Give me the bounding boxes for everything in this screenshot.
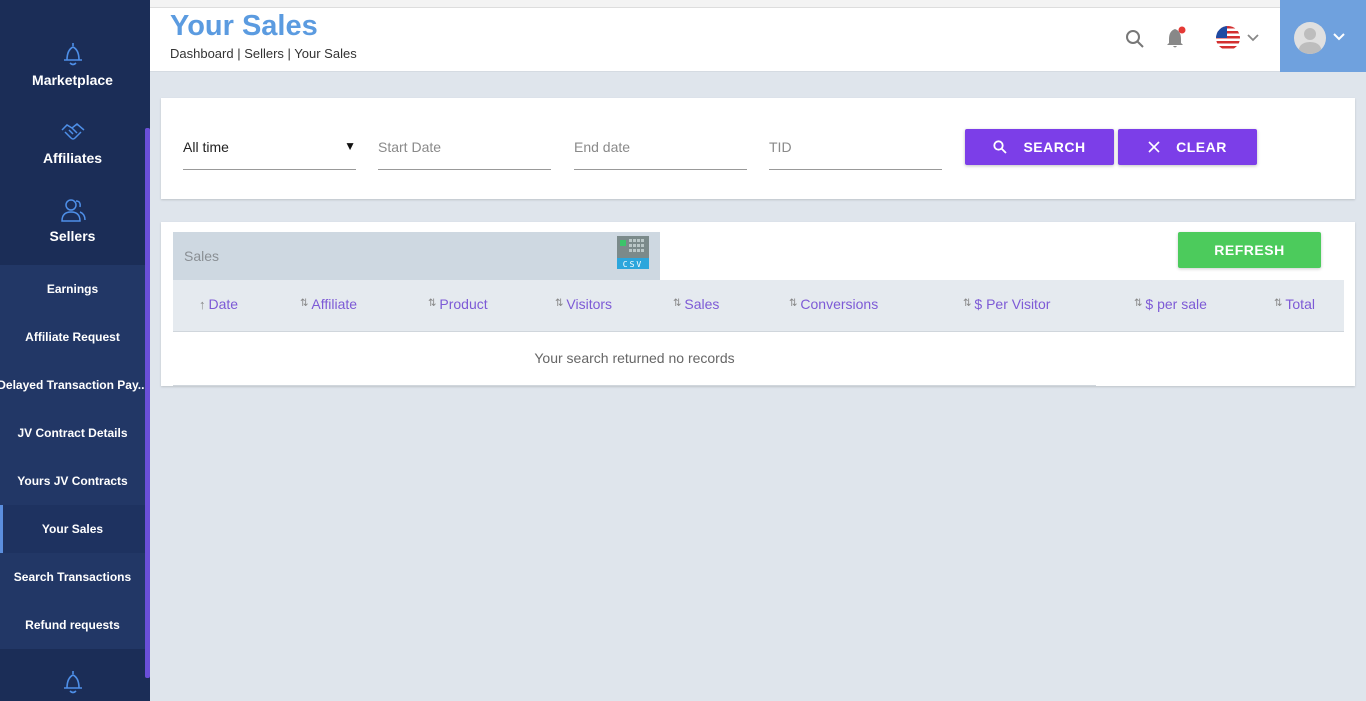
us-flag-icon[interactable] xyxy=(1216,26,1240,50)
filter-panel: All time ▼ Start Date End date TID SEARC… xyxy=(161,98,1355,199)
end-date-field[interactable]: End date xyxy=(574,129,747,170)
browser-edge xyxy=(150,0,1366,8)
sort-ascending-icon: ↑ xyxy=(199,297,206,312)
column-header-total[interactable]: ⇅ Total xyxy=(1274,296,1315,312)
sort-icon: ⇅ xyxy=(963,298,972,309)
sidebar-item-marketplace[interactable]: Marketplace xyxy=(0,40,145,88)
column-header-conversions[interactable]: ⇅ Conversions xyxy=(789,296,878,312)
start-date-field[interactable]: Start Date xyxy=(378,129,551,170)
column-header-sales[interactable]: ⇅ Sales xyxy=(673,296,719,312)
sidebar-item-bottom[interactable] xyxy=(0,668,145,696)
chevron-down-icon[interactable] xyxy=(1246,33,1260,43)
page-title: Your Sales xyxy=(170,10,318,42)
sidebar-item-search-transactions[interactable]: Search Transactions xyxy=(0,553,145,601)
search-icon xyxy=(993,140,1008,154)
tid-field[interactable]: TID xyxy=(769,129,942,170)
sales-tab-label: Sales xyxy=(184,248,220,264)
search-button[interactable]: SEARCH xyxy=(965,129,1114,165)
dropdown-arrow-icon: ▼ xyxy=(344,139,356,153)
sort-icon: ⇅ xyxy=(673,298,682,309)
svg-text:CSV: CSV xyxy=(623,260,643,269)
sidebar-item-label: Sellers xyxy=(49,228,96,244)
sort-icon: ⇅ xyxy=(1134,298,1143,309)
column-header-product[interactable]: ⇅ Product xyxy=(428,296,488,312)
csv-export-icon[interactable]: CSV xyxy=(617,236,649,269)
sidebar-item-sellers[interactable]: Sellers xyxy=(0,196,145,244)
sort-icon: ⇅ xyxy=(300,298,309,309)
sidebar-item-refund-requests[interactable]: Refund requests xyxy=(0,601,145,649)
clear-button[interactable]: CLEAR xyxy=(1118,129,1257,165)
sales-tab[interactable]: Sales CSV xyxy=(173,232,660,280)
column-header-date[interactable]: ↑ Date xyxy=(199,296,238,312)
search-icon[interactable] xyxy=(1125,29,1145,49)
sidebar-item-jv-contract-details[interactable]: JV Contract Details xyxy=(0,409,145,457)
sellers-submenu: Earnings Affiliate Request Delayed Trans… xyxy=(0,265,145,649)
sidebar-item-your-sales[interactable]: Your Sales xyxy=(0,505,145,553)
sidebar-item-label: Affiliates xyxy=(42,150,103,166)
user-menu[interactable] xyxy=(1280,0,1366,72)
sidebar-scrollbar[interactable] xyxy=(145,128,150,678)
sort-icon: ⇅ xyxy=(555,298,564,309)
clear-button-label: CLEAR xyxy=(1176,139,1227,155)
sidebar-item-affiliate-request[interactable]: Affiliate Request xyxy=(0,313,145,361)
period-value: All time xyxy=(183,139,229,155)
sidebar-item-label: Marketplace xyxy=(32,72,113,88)
refresh-button[interactable]: REFRESH xyxy=(1178,232,1321,268)
search-button-label: SEARCH xyxy=(1023,139,1086,155)
sort-icon: ⇅ xyxy=(428,298,437,309)
sidebar-item-affiliates[interactable]: Affiliates xyxy=(0,118,145,166)
sidebar-item-delayed-transaction-payments[interactable]: Delayed Transaction Pay... xyxy=(0,361,145,409)
sort-icon: ⇅ xyxy=(789,298,798,309)
users-icon xyxy=(60,199,86,222)
column-header-affiliate[interactable]: ⇅ Affiliate xyxy=(300,296,357,312)
sort-icon: ⇅ xyxy=(1274,298,1283,309)
column-header-per-sale[interactable]: ⇅ $ per sale xyxy=(1134,296,1207,312)
tid-placeholder: TID xyxy=(769,139,792,155)
bell-icon xyxy=(63,43,82,66)
sidebar-item-yours-jv-contracts[interactable]: Yours JV Contracts xyxy=(0,457,145,505)
start-date-placeholder: Start Date xyxy=(378,139,442,155)
chevron-down-icon xyxy=(1333,33,1345,41)
handshake-icon xyxy=(60,123,84,140)
end-date-placeholder: End date xyxy=(574,139,631,155)
column-header-visitors[interactable]: ⇅ Visitors xyxy=(555,296,612,312)
sidebar: Marketplace Affiliates Sellers Earnings … xyxy=(0,0,150,701)
close-icon xyxy=(1148,141,1160,153)
column-header-per-visitor[interactable]: ⇅ $ Per Visitor xyxy=(963,296,1050,312)
sales-table-panel: Sales CSV REFRESH ↑ Date ⇅ Affiliate ⇅ Prod… xyxy=(161,222,1355,386)
bell-icon xyxy=(63,671,82,694)
sidebar-item-earnings[interactable]: Earnings xyxy=(0,265,145,313)
header: Your Sales Dashboard | Sellers | Your Sa… xyxy=(150,0,1366,72)
empty-table-message: Your search returned no records xyxy=(173,332,1096,386)
notification-bell-icon[interactable] xyxy=(1165,26,1187,50)
table-header: ↑ Date ⇅ Affiliate ⇅ Product ⇅ Visitors ⇅ Sal… xyxy=(173,280,1344,332)
breadcrumb: Dashboard | Sellers | Your Sales xyxy=(170,46,357,61)
period-select[interactable]: All time ▼ xyxy=(183,129,356,170)
user-avatar-icon xyxy=(1294,22,1326,54)
